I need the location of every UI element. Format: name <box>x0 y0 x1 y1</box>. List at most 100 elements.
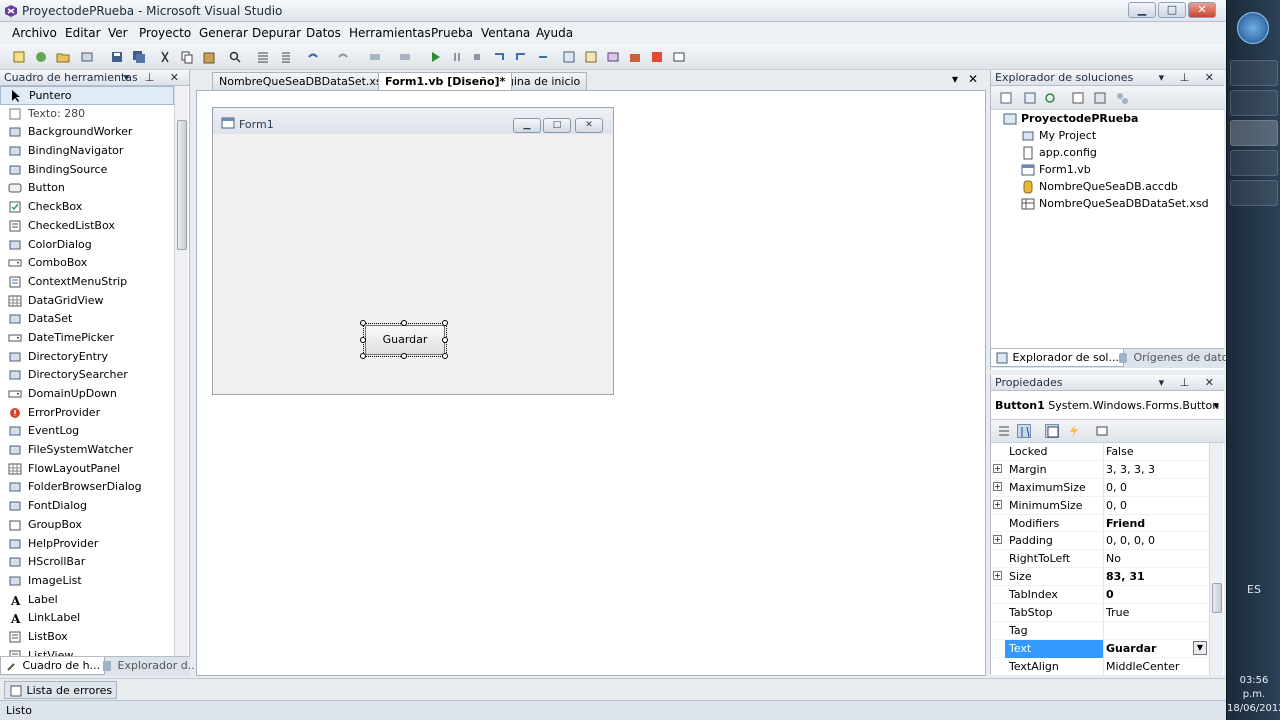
panel-pin-close-icons[interactable]: ▾ ⊥ ✕ <box>1159 71 1220 84</box>
maximize-button[interactable]: □ <box>1158 2 1186 18</box>
property-value[interactable]: True <box>1106 604 1206 622</box>
taskbar-chrome-icon[interactable] <box>1230 60 1278 86</box>
guardar-button[interactable]: Guardar <box>365 325 445 355</box>
property-row[interactable]: + MaximumSize 0, 0 <box>991 478 1209 497</box>
toolbox-item[interactable]: ContextMenuStrip <box>0 273 174 292</box>
step-into-icon[interactable] <box>492 50 506 64</box>
resize-handle[interactable] <box>360 320 366 326</box>
menu-datos[interactable]: Datos <box>306 26 341 40</box>
toolbox-item[interactable]: ColorDialog <box>0 236 174 255</box>
toolbox-item[interactable]: A LinkLabel <box>0 609 174 628</box>
navigate-forward-icon[interactable] <box>398 50 412 64</box>
object-selector[interactable]: Button1 System.Windows.Forms.Button ▾ <box>991 395 1225 417</box>
toolbox-item[interactable]: DataGridView <box>0 292 174 311</box>
toolbox-item[interactable]: ListBox <box>0 628 174 647</box>
class-diagram-icon[interactable] <box>1115 91 1129 105</box>
value-dropdown-icon[interactable]: ▼ <box>1193 640 1207 655</box>
toolbox-item[interactable]: ComboBox <box>0 254 174 273</box>
tab-toolbox[interactable]: Cuadro de h... <box>0 657 106 675</box>
expand-icon[interactable]: + <box>993 499 1002 509</box>
uncomment-icon[interactable] <box>278 50 292 64</box>
undo-icon[interactable] <box>306 50 320 64</box>
refresh-icon[interactable] <box>1043 91 1057 105</box>
events-icon[interactable] <box>1067 424 1081 438</box>
properties-view-icon[interactable] <box>1045 424 1059 438</box>
property-row[interactable]: Tag <box>991 621 1209 640</box>
toolbox-item[interactable]: DateTimePicker <box>0 329 174 348</box>
property-value[interactable]: 83, 31 <box>1106 568 1206 586</box>
property-value[interactable]: 3, 3, 3, 3 <box>1106 461 1206 479</box>
property-value[interactable]: 0, 0, 0, 0 <box>1106 532 1206 550</box>
resize-handle[interactable] <box>442 320 448 326</box>
property-row[interactable]: + Size 83, 31 <box>991 568 1209 587</box>
comment-icon[interactable] <box>256 50 270 64</box>
redo-icon[interactable] <box>336 50 350 64</box>
toolbox-item[interactable]: FileSystemWatcher <box>0 441 174 460</box>
solution-explorer-icon[interactable] <box>562 50 576 64</box>
toolbox-item[interactable]: DataSet <box>0 310 174 329</box>
solution-item[interactable]: NombreQueSeaDB.accdb <box>1021 180 1178 194</box>
system-clock[interactable]: 03:56 p.m. 18/06/2012 <box>1227 674 1280 716</box>
toolbox-item[interactable]: ErrorProvider <box>0 404 174 423</box>
property-value[interactable]: False <box>1106 443 1206 461</box>
chevron-down-icon[interactable]: ▾ <box>1213 399 1219 412</box>
property-value[interactable]: Friend <box>1106 515 1206 533</box>
property-row[interactable]: + MinimumSize 0, 0 <box>991 496 1209 515</box>
categorized-icon[interactable] <box>997 424 1011 438</box>
add-item-icon[interactable] <box>34 50 48 64</box>
toolbox-item[interactable]: BindingNavigator <box>0 142 174 161</box>
form1-designer[interactable]: Form1 ▁ □ ✕ Guardar <box>212 107 614 395</box>
tab-list-dropdown-icon[interactable]: ▾ <box>952 72 958 86</box>
find-icon[interactable] <box>228 50 242 64</box>
stop-icon[interactable] <box>470 50 484 64</box>
tab-dataset-xsd[interactable]: NombreQueSeaDBDataSet.xsd* <box>212 72 402 90</box>
property-value[interactable]: No <box>1106 550 1206 568</box>
pause-icon[interactable] <box>450 50 464 64</box>
minimize-button[interactable]: ▁ <box>1128 2 1156 18</box>
menu-ver[interactable]: Ver <box>108 26 128 40</box>
new-project-icon[interactable] <box>12 50 26 64</box>
menu-depurar[interactable]: Depurar <box>252 26 301 40</box>
save-icon[interactable] <box>110 50 124 64</box>
open-file-icon[interactable] <box>56 50 70 64</box>
tab-error-list[interactable]: Lista de errores <box>4 681 118 699</box>
menu-generar[interactable]: Generar <box>199 26 248 40</box>
menu-ayuda[interactable]: Ayuda <box>536 26 573 40</box>
tab-server-explorer[interactable]: Explorador d... <box>96 657 202 675</box>
toolbox-item[interactable]: A Label <box>0 591 174 610</box>
property-pages-icon[interactable] <box>1095 424 1109 438</box>
solution-item[interactable]: NombreQueSeaDBDataSet.xsd <box>1021 197 1209 211</box>
menu-editar[interactable]: Editar <box>65 26 101 40</box>
scroll-thumb[interactable] <box>177 120 187 250</box>
menu-prueba[interactable]: Prueba <box>431 26 473 40</box>
start-button[interactable] <box>1237 12 1269 44</box>
taskbar-save-icon[interactable] <box>1230 150 1278 176</box>
properties-icon[interactable] <box>999 91 1013 105</box>
properties-scrollbar[interactable] <box>1209 443 1223 675</box>
taskbar-visual-studio-icon[interactable] <box>1230 120 1278 146</box>
solution-item[interactable]: app.config <box>1021 146 1097 160</box>
toolbox-item[interactable]: HelpProvider <box>0 535 174 554</box>
resize-handle[interactable] <box>360 337 366 343</box>
toolbox-item[interactable]: FontDialog <box>0 497 174 516</box>
start-debugging-icon[interactable] <box>428 50 442 64</box>
cut-icon[interactable] <box>158 50 172 64</box>
tab-data-sources[interactable]: Orígenes de datos <box>1112 349 1238 367</box>
expand-icon[interactable]: + <box>993 463 1002 473</box>
solution-item[interactable]: My Project <box>1021 129 1096 143</box>
property-value[interactable]: 0, 0 <box>1106 479 1206 497</box>
toolbox-item[interactable]: HScrollBar <box>0 553 174 572</box>
tab-form1-design[interactable]: Form1.vb [Diseño]* <box>378 72 513 90</box>
resize-handle[interactable] <box>360 353 366 359</box>
toolbox-item[interactable]: ImageList <box>0 572 174 591</box>
paste-icon[interactable] <box>202 50 216 64</box>
property-value[interactable]: Guardar <box>1106 640 1206 658</box>
resize-handle[interactable] <box>401 353 407 359</box>
panel-pin-close-icons[interactable]: ▾ ⊥ ✕ <box>124 71 185 84</box>
property-row[interactable]: Text Guardar ▼ <box>991 639 1209 658</box>
expand-icon[interactable]: + <box>993 571 1002 581</box>
toolbox-item[interactable]: BindingSource <box>0 161 174 180</box>
resize-handle[interactable] <box>442 353 448 359</box>
property-row[interactable]: + Margin 3, 3, 3, 3 <box>991 460 1209 479</box>
tab-solution-explorer[interactable]: Explorador de sol... <box>990 349 1124 367</box>
